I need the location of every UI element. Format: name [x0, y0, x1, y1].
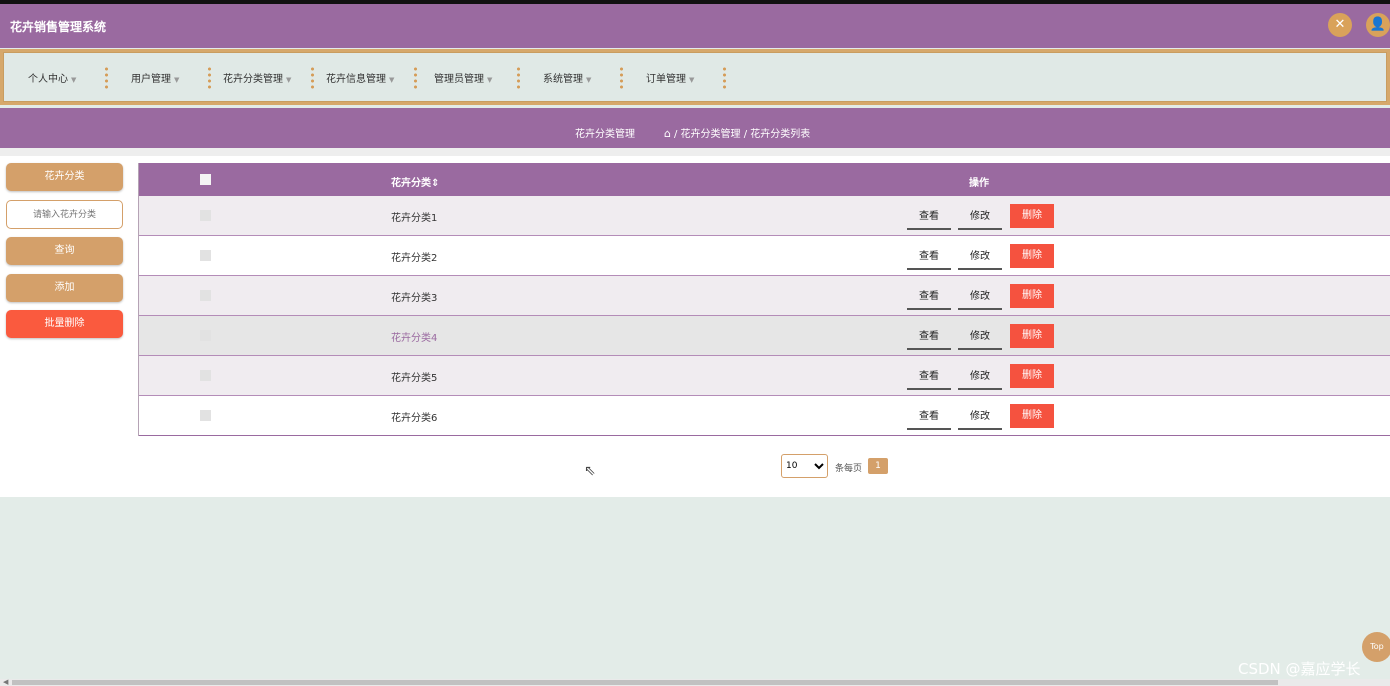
row-checkbox[interactable] [200, 410, 211, 421]
view-button[interactable]: 查看 [907, 246, 951, 270]
chevron-down-icon: ▼ [389, 76, 395, 84]
edit-button[interactable]: 修改 [958, 286, 1002, 310]
nav-item-system-management[interactable]: 系统管理 ▼ [543, 70, 591, 85]
category-name-cell: 花卉分类1 [391, 213, 438, 224]
nav-separator [311, 66, 314, 90]
breadcrumb-path[interactable]: / 花卉分类管理 / 花卉分类列表 [674, 129, 810, 140]
edit-button[interactable]: 修改 [958, 246, 1002, 270]
nav-separator [105, 66, 108, 90]
nav-item-personal-center[interactable]: 个人中心 ▼ [28, 70, 76, 85]
edit-button[interactable]: 修改 [958, 326, 1002, 350]
row-checkbox[interactable] [200, 330, 211, 341]
view-button[interactable]: 查看 [907, 366, 951, 390]
edit-button[interactable]: 修改 [958, 366, 1002, 390]
category-name-cell: 花卉分类5 [391, 373, 438, 384]
row-checkbox[interactable] [200, 210, 211, 221]
category-table: 花卉分类⇕ 操作 花卉分类1 查看 修改 删除 花卉分类2 查看 修改 删除 花… [138, 163, 1390, 436]
table-row: 花卉分类1 查看 修改 删除 [139, 196, 1390, 236]
category-name-cell: 花卉分类4 [391, 333, 438, 344]
nav-separator [723, 66, 726, 90]
main-nav: 个人中心 ▼ 用户管理 ▼ 花卉分类管理 ▼ 花卉信息管理 ▼ 管理员管理 ▼ 系统管理 ▼… [3, 52, 1387, 102]
table-row: 花卉分类5 查看 修改 删除 [139, 356, 1390, 396]
table-header: 花卉分类⇕ 操作 [139, 163, 1390, 196]
home-icon[interactable]: ⌂ [664, 127, 671, 140]
chevron-down-icon: ▼ [487, 76, 493, 84]
nav-separator [620, 66, 623, 90]
nav-separator [208, 66, 211, 90]
table-row: 花卉分类4 查看 修改 删除 [139, 316, 1390, 356]
chevron-down-icon: ▼ [71, 76, 77, 84]
table-row: 花卉分类6 查看 修改 删除 [139, 396, 1390, 436]
page-size-label: 条每页 [835, 464, 863, 474]
chevron-down-icon: ▼ [174, 76, 180, 84]
mouse-cursor-icon: ⇖ [584, 463, 596, 479]
watermark: CSDN @嘉应学长 [1238, 660, 1361, 678]
sort-icon[interactable]: ⇕ [431, 178, 439, 189]
main-content: 花卉分类 查询 添加 批量删除 花卉分类⇕ 操作 花卉分类1 查看 修改 删除 … [0, 148, 1390, 497]
nav-separator [414, 66, 417, 90]
nav-item-flower-info-management[interactable]: 花卉信息管理 ▼ [326, 70, 394, 85]
view-button[interactable]: 查看 [907, 406, 951, 430]
page-number-button[interactable]: 1 [868, 458, 888, 474]
add-button[interactable]: 添加 [6, 274, 123, 302]
column-header-actions: 操作 [969, 178, 989, 189]
nav-separator [517, 66, 520, 90]
chevron-down-icon: ▼ [586, 76, 592, 84]
fullscreen-button[interactable]: ✕ [1328, 13, 1352, 37]
breadcrumb-bar: 花卉分类管理 ⌂ / 花卉分类管理 / 花卉分类列表 [0, 108, 1390, 148]
nav-item-flower-category-management[interactable]: 花卉分类管理 ▼ [223, 70, 291, 85]
main-nav-wrapper: 个人中心 ▼ 用户管理 ▼ 花卉分类管理 ▼ 花卉信息管理 ▼ 管理员管理 ▼ 系统管理 ▼… [0, 49, 1390, 105]
batch-delete-button[interactable]: 批量删除 [6, 310, 123, 338]
app-title: 花卉销售管理系统 [10, 20, 107, 34]
row-checkbox[interactable] [200, 290, 211, 301]
breadcrumb: ⌂ / 花卉分类管理 / 花卉分类列表 [664, 125, 810, 140]
table-row: 花卉分类2 查看 修改 删除 [139, 236, 1390, 276]
view-button[interactable]: 查看 [907, 326, 951, 350]
page-title: 花卉分类管理 [575, 129, 635, 140]
user-menu-button[interactable]: 👤 [1366, 13, 1390, 37]
expand-icon: ✕ [1334, 17, 1346, 32]
page-size-select[interactable]: 10 [781, 454, 828, 478]
select-all-checkbox[interactable] [200, 174, 211, 185]
category-name-cell: 花卉分类3 [391, 293, 438, 304]
nav-item-user-management[interactable]: 用户管理 ▼ [131, 70, 179, 85]
row-checkbox[interactable] [200, 370, 211, 381]
user-icon: 👤 [1369, 17, 1387, 32]
content-top-band [0, 148, 1390, 156]
back-to-top-button[interactable]: Top [1362, 632, 1390, 662]
scroll-left-icon[interactable]: ◀ [3, 678, 8, 686]
delete-button[interactable]: 删除 [1010, 284, 1054, 308]
top-header: 花卉销售管理系统 ✕ 👤 [0, 4, 1390, 48]
edit-button[interactable]: 修改 [958, 206, 1002, 230]
category-name-cell: 花卉分类2 [391, 253, 438, 264]
query-button[interactable]: 查询 [6, 237, 123, 265]
delete-button[interactable]: 删除 [1010, 404, 1054, 428]
row-checkbox[interactable] [200, 250, 211, 261]
category-label-button[interactable]: 花卉分类 [6, 163, 123, 191]
delete-button[interactable]: 删除 [1010, 324, 1054, 348]
nav-item-order-management[interactable]: 订单管理 ▼ [646, 70, 694, 85]
table-row: 花卉分类3 查看 修改 删除 [139, 276, 1390, 316]
view-button[interactable]: 查看 [907, 206, 951, 230]
chevron-down-icon: ▼ [286, 76, 292, 84]
delete-button[interactable]: 删除 [1010, 364, 1054, 388]
horizontal-scrollbar[interactable]: ◀ [0, 678, 1390, 686]
delete-button[interactable]: 删除 [1010, 204, 1054, 228]
view-button[interactable]: 查看 [907, 286, 951, 310]
category-search-input[interactable] [6, 200, 123, 229]
column-header-category[interactable]: 花卉分类⇕ [391, 174, 439, 189]
nav-item-admin-management[interactable]: 管理员管理 ▼ [434, 70, 492, 85]
chevron-down-icon: ▼ [689, 76, 695, 84]
edit-button[interactable]: 修改 [958, 406, 1002, 430]
delete-button[interactable]: 删除 [1010, 244, 1054, 268]
scrollbar-thumb[interactable] [12, 680, 1278, 685]
category-name-cell: 花卉分类6 [391, 413, 438, 424]
